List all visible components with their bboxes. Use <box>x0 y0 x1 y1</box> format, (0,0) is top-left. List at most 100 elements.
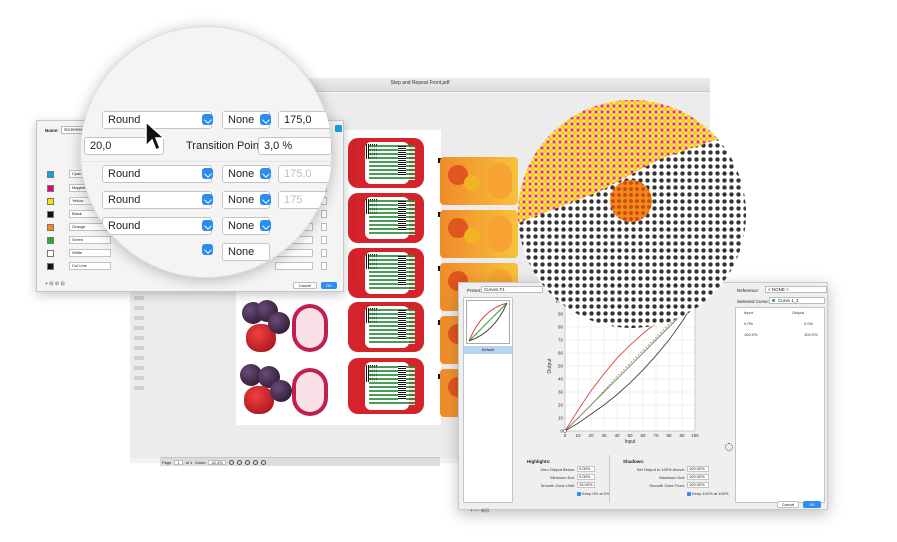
curve-color-icon <box>772 299 775 302</box>
table-header: Output <box>792 310 805 315</box>
table-cell[interactable]: 0.0% <box>804 321 813 326</box>
x-axis-label: Input <box>624 439 636 445</box>
y-axis-label: Output <box>547 358 553 374</box>
ok-button[interactable]: OK <box>321 282 337 289</box>
table-cell[interactable]: 100.0% <box>744 332 758 337</box>
x-tick-label: 70 <box>653 433 659 438</box>
preset-label: Preset: <box>467 288 482 293</box>
preset-list: Default + — ⊕⊟ <box>463 297 513 514</box>
cancel-button[interactable]: Cancel <box>777 501 799 508</box>
chevron-down-icon[interactable] <box>202 114 213 125</box>
shadows-title: Shadows: <box>623 459 645 464</box>
cancel-button[interactable]: Cancel <box>293 282 317 289</box>
frequency-field[interactable]: 175,0 <box>278 111 332 129</box>
x-tick-label: 10 <box>575 433 581 438</box>
label-artwork <box>348 358 424 414</box>
maximum-dot-field[interactable]: 100.00% <box>687 474 709 480</box>
y-tick-label: 70 <box>558 338 564 343</box>
chevron-down-icon[interactable] <box>202 220 213 231</box>
ink-swatch <box>47 237 54 244</box>
magnified-row: None <box>80 240 332 266</box>
label-artwork <box>348 193 424 243</box>
secondary-shape-select[interactable]: None <box>222 243 270 261</box>
zoom-in-icon[interactable] <box>236 459 242 465</box>
mouse-pointer-icon <box>145 120 166 152</box>
minimum-dot-field[interactable]: 0.00% <box>577 474 595 480</box>
ink-swatch <box>47 198 54 205</box>
label-artwork <box>348 248 424 298</box>
fruit-label <box>440 157 518 205</box>
smooth-zone-until-field[interactable]: 15.00% <box>577 482 595 488</box>
page-count: of 1 <box>185 459 193 465</box>
gear-icon[interactable] <box>725 443 733 451</box>
curve-thumbnail[interactable] <box>466 300 510 344</box>
ink-swatch <box>47 171 54 178</box>
screening-list-tools[interactable]: + ⊟ ⊘ ⊟ <box>45 281 65 287</box>
ok-button[interactable]: OK <box>803 501 821 508</box>
page-field[interactable]: 1 <box>174 459 183 465</box>
keep-zero-checkbox[interactable]: Keep 0% at 0% <box>577 491 610 496</box>
y-tick-label: 20 <box>558 403 564 408</box>
chevron-down-icon[interactable] <box>260 220 271 231</box>
ink-swatch <box>47 185 54 192</box>
y-tick-label: 40 <box>558 377 564 382</box>
dot-shape-select[interactable]: Round <box>102 217 212 235</box>
label-artwork <box>348 138 424 188</box>
chevron-down-icon[interactable] <box>260 194 271 205</box>
list-item[interactable]: Default <box>464 346 512 354</box>
frequency-field[interactable]: 175,0 <box>278 165 332 183</box>
chevron-down-icon[interactable] <box>202 194 213 205</box>
field-label: Maximum Dot: <box>659 475 685 480</box>
frequency-field[interactable]: 175 <box>278 191 332 209</box>
keep-hundred-checkbox[interactable]: Keep 100% at 100% <box>687 491 728 496</box>
document-statusbar: Page 1 of 1 Zoom 42.3% <box>160 457 440 466</box>
magnified-row: Round None 175,0 <box>80 162 332 188</box>
zoom-out-icon[interactable] <box>228 459 234 465</box>
zero-output-field[interactable]: 0.00% <box>577 466 595 472</box>
field-label: Set Output to 100% Above: <box>636 467 685 472</box>
x-tick-label: 90 <box>679 433 685 438</box>
transition-point-field[interactable]: 3,0 % <box>258 137 332 155</box>
x-tick-label: 80 <box>666 433 672 438</box>
selected-curve-select[interactable]: Curve 1_1 <box>769 297 825 304</box>
smooth-zone-from-field[interactable]: 100.00% <box>687 482 709 488</box>
table-cell[interactable]: 100.0% <box>804 332 818 337</box>
x-tick-label: 100 <box>691 433 699 438</box>
fit-page-icon[interactable] <box>244 459 250 465</box>
y-tick-label: 10 <box>558 416 564 421</box>
x-tick-label: 40 <box>614 433 620 438</box>
magnified-row: Round None 175,0 <box>80 108 332 134</box>
magnified-row: 20,0 Transition Point: 3,0 % <box>80 134 332 160</box>
field-label: Smooth Zone From: <box>649 483 685 488</box>
preview-icon[interactable] <box>260 459 266 465</box>
chevron-down-icon[interactable] <box>202 168 213 179</box>
rotate-icon[interactable] <box>252 459 258 465</box>
name-label: Name: <box>45 128 59 133</box>
berry-label <box>236 298 332 358</box>
reference-select[interactable]: < NONE > <box>765 286 827 293</box>
magnifier-lens: Round None 175,0 20,0 Transition Point: … <box>80 26 332 278</box>
zoom-label: Zoom <box>195 459 206 465</box>
zoom-field[interactable]: 42.3% <box>208 459 226 465</box>
y-tick-label: 60 <box>558 351 564 356</box>
ink-swatch <box>47 250 54 257</box>
dot-shape-select[interactable]: Round <box>102 165 212 183</box>
berry-label <box>236 362 332 422</box>
berry-labels <box>236 296 334 426</box>
accent-button[interactable] <box>335 125 342 132</box>
chevron-down-icon[interactable] <box>260 168 271 179</box>
y-tick-label: 30 <box>558 390 564 395</box>
ink-swatch <box>47 224 54 231</box>
dot-shape-select[interactable]: Round <box>102 191 212 209</box>
x-tick-label: 0 <box>564 433 567 438</box>
x-tick-label: 50 <box>627 433 633 438</box>
fruit-label <box>440 210 518 258</box>
chevron-down-icon[interactable] <box>260 114 271 125</box>
field-label: Smooth Zone Until: <box>540 483 575 488</box>
set-output-field[interactable]: 100.00% <box>687 466 709 472</box>
list-tools[interactable]: + — ⊕⊟ <box>470 508 489 514</box>
ink-swatch <box>47 211 54 218</box>
field-label: Zero Output Below: <box>540 467 575 472</box>
magnified-row: Round None 175 <box>80 188 332 214</box>
chevron-down-icon[interactable] <box>202 244 213 255</box>
